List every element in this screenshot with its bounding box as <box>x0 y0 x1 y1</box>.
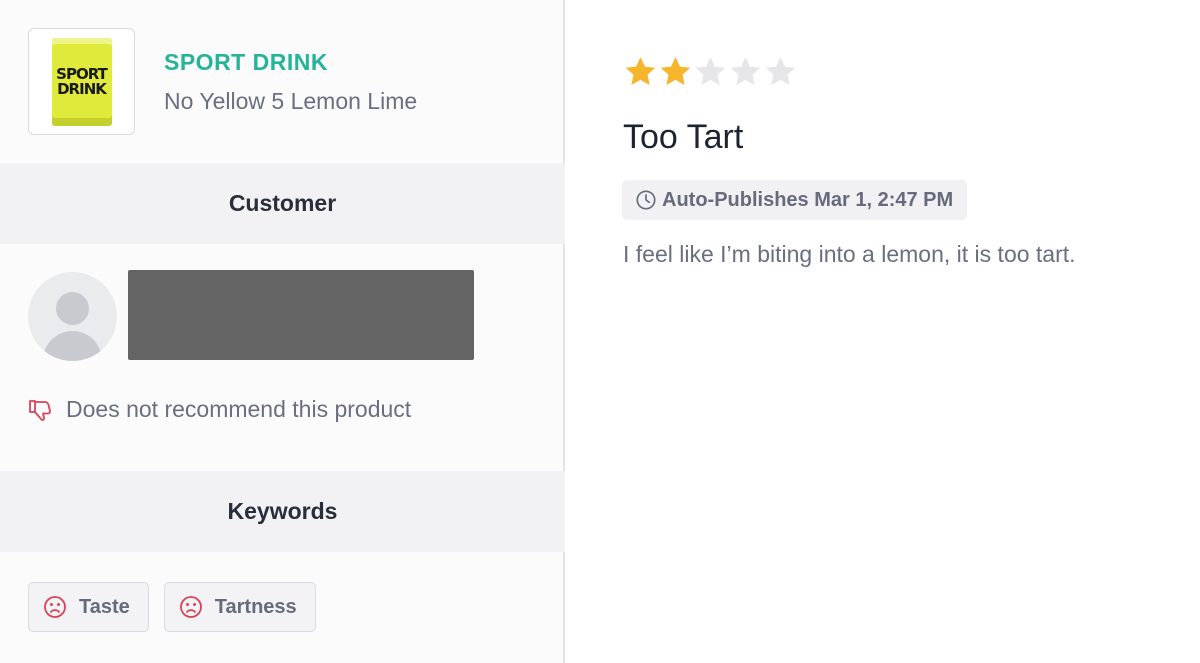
frown-icon <box>179 596 202 618</box>
star-empty-icon <box>765 57 796 85</box>
avatar-body <box>43 331 102 361</box>
customer-info <box>28 270 474 361</box>
product-image: SPORT DRINK <box>28 28 135 135</box>
keyword-label: Tartness <box>214 595 297 618</box>
customer-section-header: Customer <box>0 163 565 244</box>
recommendation: Does not recommend this product <box>28 396 411 423</box>
star-filled-icon <box>625 57 656 85</box>
product-name: No Yellow 5 Lemon Lime <box>164 87 418 114</box>
publish-status-text: Auto-Publishes Mar 1, 2:47 PM <box>662 188 954 211</box>
avatar <box>28 272 117 361</box>
publish-status-badge: Auto-Publishes Mar 1, 2:47 PM <box>622 180 968 220</box>
frown-icon <box>44 596 66 618</box>
review-title: Too Tart <box>623 118 744 156</box>
star-filled-icon <box>660 57 691 85</box>
review-content: Too Tart Auto-Publishes Mar 1, 2:47 PM I… <box>565 0 1200 663</box>
product-brand: SPORT DRINK <box>164 48 328 75</box>
keyword-label: Taste <box>79 595 130 618</box>
review-body: I feel like I’m biting into a lemon, it … <box>623 241 1076 267</box>
star-empty-icon <box>730 57 761 85</box>
keyword-list: Taste Tartness <box>28 582 331 632</box>
review-sidebar: SPORT DRINK SPORT DRINK No Yellow 5 Lemo… <box>0 0 565 663</box>
redacted-customer-details <box>128 270 474 360</box>
review-detail: SPORT DRINK SPORT DRINK No Yellow 5 Lemo… <box>0 0 1200 663</box>
thumbs-down-icon <box>29 399 51 421</box>
product-summary[interactable]: SPORT DRINK SPORT DRINK No Yellow 5 Lemo… <box>28 28 417 135</box>
clock-icon <box>636 190 656 210</box>
star-empty-icon <box>695 57 726 85</box>
keywords-section-header: Keywords <box>0 471 565 552</box>
product-can-graphic: SPORT DRINK <box>51 37 112 126</box>
product-text: SPORT DRINK No Yellow 5 Lemon Lime <box>164 49 417 115</box>
star-rating <box>623 55 798 88</box>
keyword-chip-taste[interactable]: Taste <box>28 582 149 632</box>
avatar-head <box>56 292 89 325</box>
recommendation-text: Does not recommend this product <box>66 396 412 422</box>
keyword-chip-tartness[interactable]: Tartness <box>163 582 316 632</box>
can-text-line2: DRINK <box>57 79 107 98</box>
